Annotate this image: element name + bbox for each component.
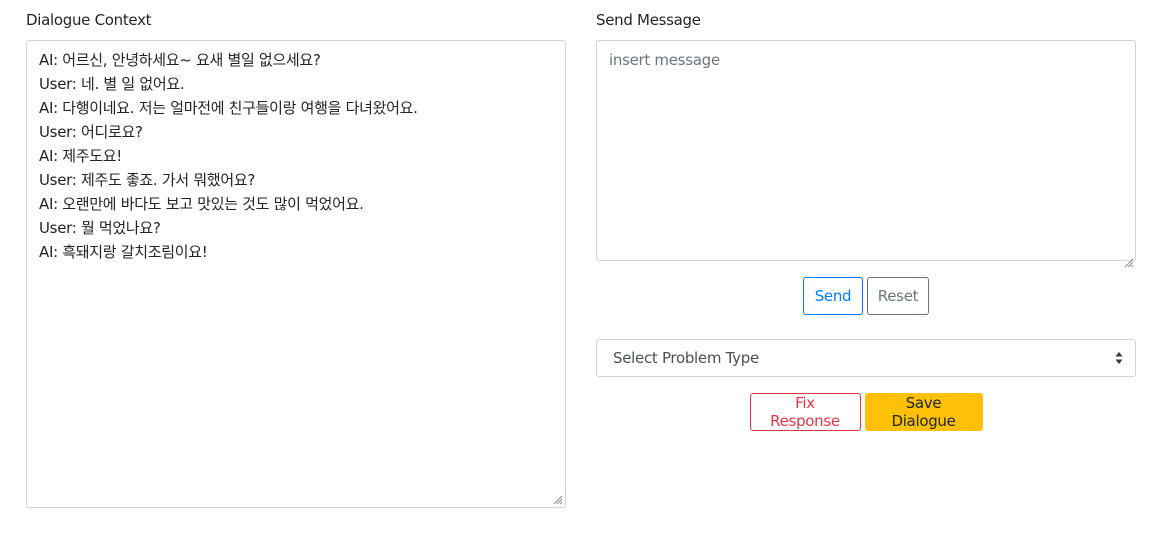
- dialogue-context-panel: Dialogue Context AI: 어르신, 안녕하세요~ 요새 별일 없…: [26, 10, 566, 508]
- fix-response-button[interactable]: Fix Response: [749, 393, 861, 431]
- dialogue-action-row: Fix Response Save Dialogue: [596, 393, 1136, 431]
- dialogue-context-label: Dialogue Context: [26, 11, 152, 29]
- message-input[interactable]: [596, 40, 1136, 261]
- dialogue-line: User: 제주도 좋죠. 가서 뭐했어요?: [39, 171, 255, 189]
- send-button[interactable]: Send: [803, 277, 863, 315]
- resize-grip-icon[interactable]: [1123, 257, 1134, 268]
- message-input-wrapper: [596, 10, 1136, 270]
- resize-grip-icon[interactable]: [552, 494, 563, 505]
- dialogue-line: User: 어디로요?: [39, 123, 143, 141]
- dialogue-line: AI: 어르신, 안녕하세요~ 요새 별일 없으세요?: [39, 51, 321, 69]
- dialogue-context-textarea[interactable]: AI: 어르신, 안녕하세요~ 요새 별일 없으세요? User: 네. 별 일…: [26, 40, 566, 508]
- problem-type-selected-value: Select Problem Type: [613, 349, 759, 367]
- message-button-row: Send Reset: [596, 277, 1136, 315]
- reset-button[interactable]: Reset: [867, 277, 929, 315]
- dialogue-line: AI: 오랜만에 바다도 보고 맛있는 것도 많이 먹었어요.: [39, 195, 364, 213]
- problem-type-select[interactable]: Select Problem Type: [596, 339, 1136, 377]
- select-arrows-icon: [1115, 352, 1123, 364]
- dialogue-line: AI: 다행이네요. 저는 얼마전에 친구들이랑 여행을 다녀왔어요.: [39, 99, 418, 117]
- dialogue-line: User: 네. 별 일 없어요.: [39, 75, 185, 93]
- dialogue-line: User: 뭘 먹었나요?: [39, 219, 161, 237]
- save-dialogue-button[interactable]: Save Dialogue: [864, 393, 983, 431]
- dialogue-line: AI: 제주도요!: [39, 147, 123, 165]
- send-message-panel: Send Message Send Reset Select Problem T…: [596, 10, 1136, 431]
- dialogue-line: AI: 흑돼지랑 갈치조림이요!: [39, 243, 208, 261]
